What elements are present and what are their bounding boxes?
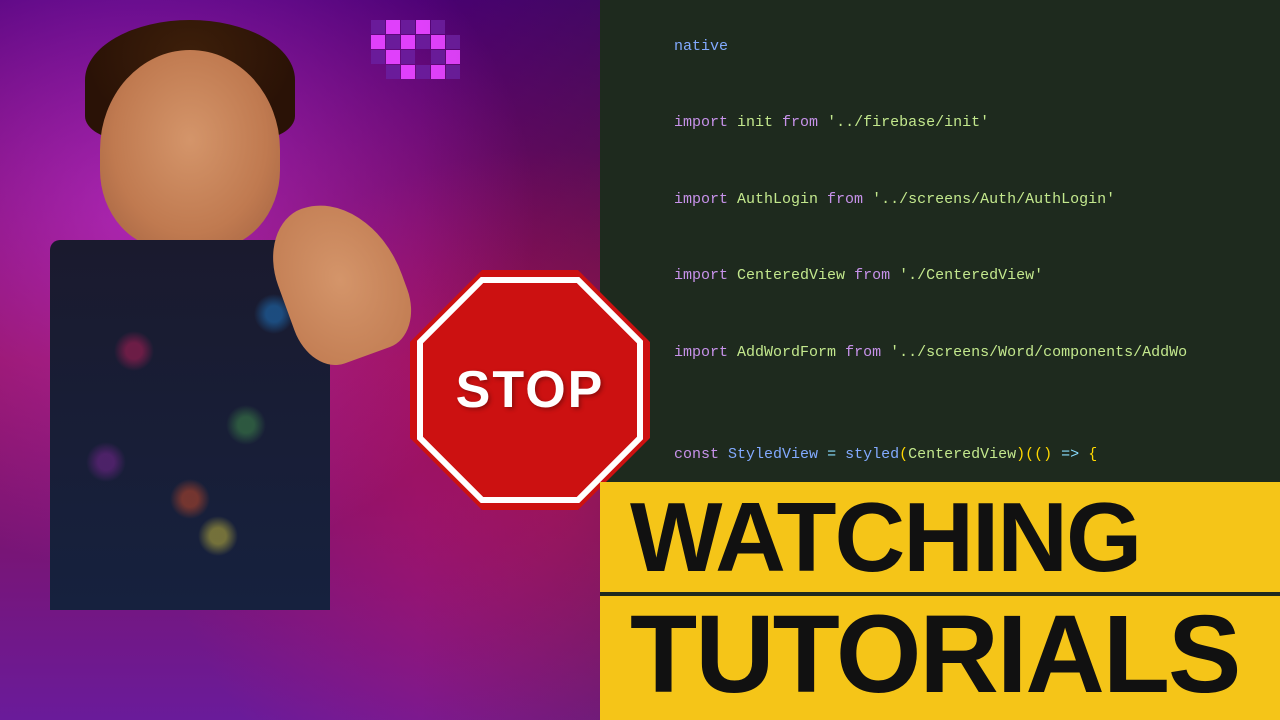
person-head (100, 50, 280, 250)
code-line-3: import CenteredView from './CenteredView… (620, 238, 1260, 315)
code-panel: native import init from '../firebase/ini… (600, 0, 1280, 720)
pixel-art-decoration (371, 20, 460, 79)
watching-banner: WATCHING (600, 482, 1280, 592)
code-line-4: import AddWordForm from '../screens/Word… (620, 314, 1260, 391)
stop-sign-text: STOP (456, 360, 605, 420)
stop-sign: STOP (410, 270, 650, 510)
tutorials-banner: TUTORIALS (600, 596, 1280, 720)
stop-sign-octagon: STOP (410, 270, 650, 510)
code-line-blank1 (620, 391, 1260, 417)
tutorials-text: TUTORIALS (630, 600, 1256, 710)
code-line-0: native (620, 8, 1260, 85)
watching-text: WATCHING (630, 488, 1256, 586)
code-line-2: import AuthLogin from '../screens/Auth/A… (620, 161, 1260, 238)
code-native: native (674, 38, 728, 55)
code-line-1: import init from '../firebase/init' (620, 85, 1260, 162)
text-overlay-container: WATCHING TUTORIALS (600, 482, 1280, 720)
